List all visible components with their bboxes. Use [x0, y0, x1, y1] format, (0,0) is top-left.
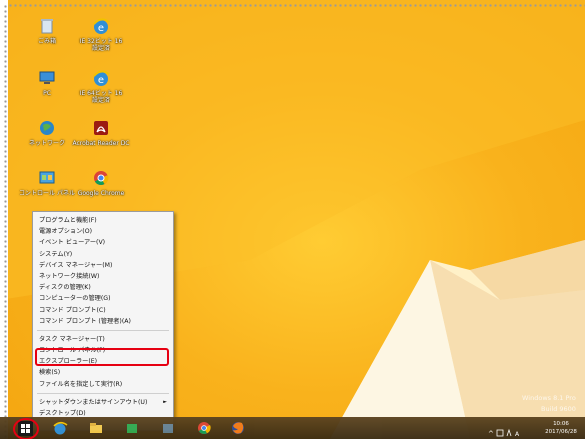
desktop-icon-control-panel[interactable]: コントロール パネル [18, 168, 76, 197]
desktop-icon-label: ごみ箱 [37, 38, 56, 45]
acrobat-reader-icon [91, 118, 111, 138]
taskbar-app-button[interactable] [160, 420, 176, 436]
desktop-icon-label: コントロール パネル [19, 190, 75, 197]
taskbar-firefox-button[interactable] [230, 420, 246, 436]
desktop-icon-ie-64[interactable]: e IE 64ビット 16 設定済 [72, 68, 130, 104]
clock-time[interactable]: 10:06 [541, 421, 581, 427]
menu-item-command-prompt[interactable]: コマンド プロンプト(C) [33, 305, 173, 316]
internet-explorer-icon [53, 421, 68, 435]
desktop-icon-label: IE 32ビット 16 設定済 [79, 38, 123, 52]
tray-icons: ^ A [488, 428, 520, 438]
desktop-icon-label: Google Chrome [77, 190, 125, 197]
menu-item-search[interactable]: 検索(S) [33, 367, 173, 378]
taskbar-explorer-button[interactable] [88, 420, 104, 436]
chrome-icon [91, 168, 111, 188]
menu-separator [37, 329, 169, 331]
desktop-icon-ie-32[interactable]: e IE 32ビット 16 設定済 [72, 16, 130, 52]
menu-item-command-prompt-admin[interactable]: コマンド プロンプト (管理者)(A) [33, 316, 173, 327]
svg-text:^: ^ [488, 430, 494, 438]
menu-item-device-manager[interactable]: デバイス マネージャー(M) [33, 260, 173, 271]
taskbar: ^ A 10:06 2017/06/28 [0, 417, 585, 439]
menu-item-disk-management[interactable]: ディスクの管理(K) [33, 282, 173, 293]
submenu-arrow-icon: ► [163, 398, 167, 405]
menu-separator [37, 392, 169, 394]
desktop-screen: ごみ箱 e IE 32ビット 16 設定済 PC e IE 64ビット 16 設… [0, 0, 585, 439]
desktop-icon-label: Acrobat Reader DC [72, 140, 130, 147]
desktop-icon-label: PC [43, 90, 51, 97]
windows-build-watermark: Build 9600 [541, 405, 576, 413]
start-button-highlight-circle [13, 418, 39, 439]
menu-item-computer-management[interactable]: コンピューターの管理(G) [33, 293, 173, 304]
internet-explorer-icon: e [91, 16, 111, 36]
menu-item-explorer[interactable]: エクスプローラー(E) [33, 356, 173, 367]
desktop-icon-label: ネットワーク [28, 140, 65, 147]
svg-text:A: A [515, 431, 520, 438]
desktop-icon-recycle-bin[interactable]: ごみ箱 [18, 16, 76, 45]
desktop-icon-label: IE 64ビット 16 設定済 [79, 90, 123, 104]
svg-text:e: e [98, 75, 104, 86]
clock-date[interactable]: 2017/06/28 [541, 429, 581, 435]
taskbar-store-button[interactable] [124, 420, 140, 436]
network-globe-icon [37, 118, 57, 138]
desktop-icon-acrobat[interactable]: Acrobat Reader DC [72, 118, 130, 147]
svg-text:e: e [98, 23, 104, 34]
recycle-bin-icon [37, 16, 57, 36]
menu-item-control-panel[interactable]: コントロール パネル(P) [33, 345, 173, 356]
store-icon [127, 424, 137, 433]
left-margin [0, 0, 8, 439]
control-panel-icon [37, 168, 57, 188]
menu-item-label: シャットダウンまたはサインアウト(U) [39, 398, 148, 406]
menu-item-shutdown-signout[interactable]: シャットダウンまたはサインアウト(U) ► [33, 397, 173, 408]
menu-item-run[interactable]: ファイル名を指定して実行(R) [33, 379, 173, 390]
firefox-icon [232, 422, 244, 434]
menu-item-power-options[interactable]: 電源オプション(O) [33, 226, 173, 237]
desktop-icon-network[interactable]: ネットワーク [18, 118, 76, 147]
computer-icon [37, 68, 57, 88]
menu-item-programs-features[interactable]: プログラムと機能(F) [33, 215, 173, 226]
taskbar-chrome-button[interactable] [196, 420, 212, 436]
desktop-icon-pc[interactable]: PC [18, 68, 76, 97]
chrome-icon [198, 422, 211, 435]
menu-item-network-connections[interactable]: ネットワーク接続(W) [33, 271, 173, 282]
taskbar-ie-button[interactable] [52, 420, 68, 436]
system-tray-icons[interactable]: ^ A [487, 423, 523, 438]
menu-item-event-viewer[interactable]: イベント ビューアー(V) [33, 237, 173, 248]
internet-explorer-icon: e [91, 68, 111, 88]
menu-item-system[interactable]: システム(Y) [33, 249, 173, 260]
windows-edition-watermark: Windows 8.1 Pro [522, 394, 576, 402]
app-icon [163, 424, 173, 433]
start-context-menu: プログラムと機能(F) 電源オプション(O) イベント ビューアー(V) システ… [32, 211, 174, 431]
folder-icon [90, 423, 102, 433]
desktop-icon-chrome[interactable]: Google Chrome [72, 168, 130, 197]
menu-item-task-manager[interactable]: タスク マネージャー(T) [33, 334, 173, 345]
